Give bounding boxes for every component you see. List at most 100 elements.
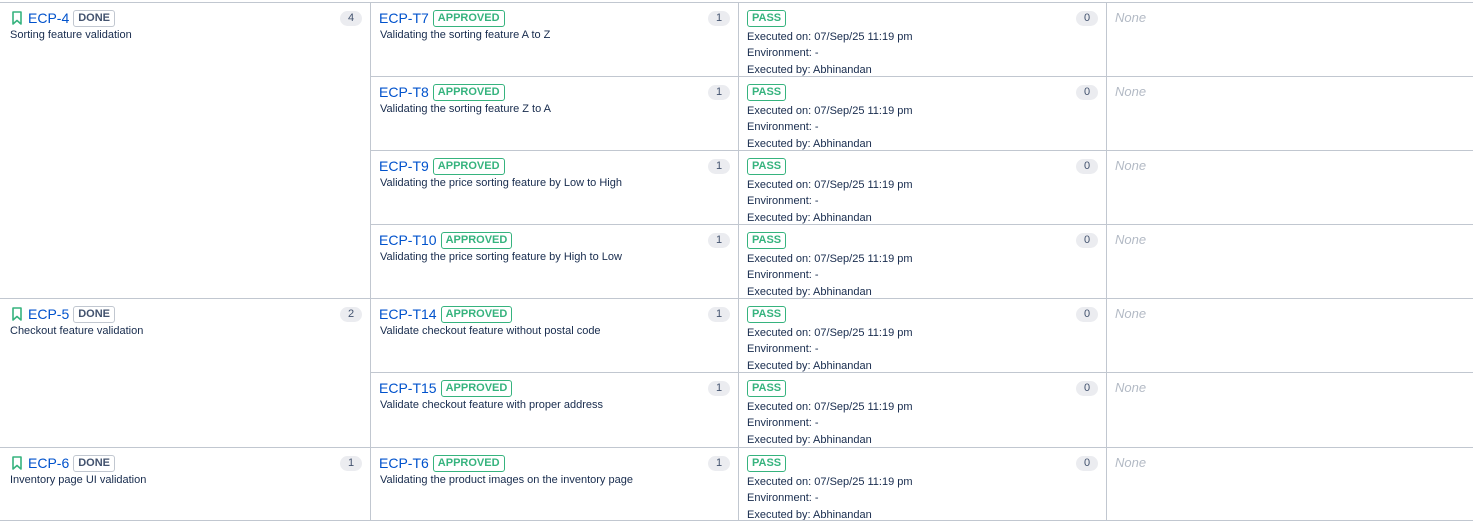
test-case-summary: Validating the sorting feature Z to A bbox=[380, 103, 552, 115]
requirement-cell: ECP-5 DONE Checkout feature validation 2 bbox=[0, 299, 370, 448]
environment-label: Environment: bbox=[747, 492, 812, 505]
executed-by-label: Executed by: bbox=[747, 433, 811, 446]
execution-result-badge[interactable]: PASS bbox=[747, 83, 787, 101]
executed-by-line: Executed by: Abhinandan bbox=[747, 358, 913, 374]
execution-cell: PASS Executed on: 07/Sep/25 11:19 pm Envir… bbox=[739, 151, 1106, 225]
executed-on-line: Executed on: 07/Sep/25 11:19 pm bbox=[747, 474, 913, 490]
test-case-key-link[interactable]: ECP-T10 bbox=[379, 231, 437, 249]
executed-on-value: 07/Sep/25 11:19 pm bbox=[814, 327, 913, 339]
executed-by-label: Executed by: bbox=[747, 285, 811, 298]
executed-on-label: Executed on: bbox=[747, 327, 812, 339]
executed-by-label: Executed by: bbox=[747, 508, 811, 521]
execution-count-badge: 1 bbox=[708, 11, 730, 26]
status-badge: APPROVED bbox=[432, 83, 505, 101]
execution-details: Executed on: 07/Sep/25 11:19 pm Environme… bbox=[747, 177, 913, 226]
environment-label: Environment: bbox=[747, 269, 812, 282]
execution-details: Executed on: 07/Sep/25 11:19 pm Environme… bbox=[747, 103, 913, 152]
execution-details: Executed on: 07/Sep/25 11:19 pm Environme… bbox=[747, 251, 913, 300]
status-badge: APPROVED bbox=[440, 305, 513, 323]
environment-value: - bbox=[814, 195, 819, 208]
execution-cell: PASS Executed on: 07/Sep/25 11:19 pm Envir… bbox=[739, 77, 1106, 151]
no-defects-text: None bbox=[1115, 232, 1147, 247]
bookmark-icon bbox=[12, 456, 22, 470]
executed-on-label: Executed on: bbox=[747, 476, 812, 488]
executed-on-label: Executed on: bbox=[747, 401, 812, 413]
environment-value: - bbox=[814, 121, 819, 134]
defects-cell: None bbox=[1107, 299, 1473, 373]
status-badge: APPROVED bbox=[432, 454, 505, 472]
defects-cell: None bbox=[1107, 3, 1473, 77]
test-case-cell: ECP-T7 APPROVED Validating the sorting fea… bbox=[371, 3, 738, 77]
test-case-summary: Validate checkout feature with proper ad… bbox=[380, 399, 603, 411]
no-defects-text: None bbox=[1115, 380, 1147, 395]
defects-cell: None bbox=[1107, 373, 1473, 448]
requirement-key-link[interactable]: ECP-4 bbox=[28, 9, 69, 27]
requirement-summary: Inventory page UI validation bbox=[10, 474, 147, 486]
executed-by-label: Executed by: bbox=[747, 63, 811, 76]
executed-on-line: Executed on: 07/Sep/25 11:19 pm bbox=[747, 177, 913, 193]
test-case-key-link[interactable]: ECP-T7 bbox=[379, 9, 429, 27]
executed-on-value: 07/Sep/25 11:19 pm bbox=[814, 31, 913, 43]
column-divider bbox=[1106, 2, 1107, 520]
test-case-count-badge: 1 bbox=[340, 456, 362, 471]
test-case-count-badge: 4 bbox=[340, 11, 362, 26]
test-case-cell: ECP-T14 APPROVED Validate checkout feature… bbox=[371, 299, 738, 373]
table-bottom-border bbox=[0, 520, 1473, 521]
requirement-cell: ECP-4 DONE Sorting feature validation 4 bbox=[0, 3, 370, 299]
defect-count-badge: 0 bbox=[1076, 85, 1098, 100]
execution-count-badge: 1 bbox=[708, 233, 730, 248]
defects-cell: None bbox=[1107, 448, 1473, 520]
execution-details: Executed on: 07/Sep/25 11:19 pm Environme… bbox=[747, 474, 913, 523]
environment-value: - bbox=[814, 492, 819, 505]
test-case-key-link[interactable]: ECP-T15 bbox=[379, 379, 437, 397]
requirement-key-link[interactable]: ECP-6 bbox=[28, 454, 69, 472]
environment-value: - bbox=[814, 269, 819, 282]
executed-on-value: 07/Sep/25 11:19 pm bbox=[814, 253, 913, 265]
requirement-key-link[interactable]: ECP-5 bbox=[28, 305, 69, 323]
executed-on-line: Executed on: 07/Sep/25 11:19 pm bbox=[747, 103, 913, 119]
status-badge: APPROVED bbox=[432, 9, 505, 27]
requirement-summary: Checkout feature validation bbox=[10, 325, 144, 337]
executed-by-line: Executed by: Abhinandan bbox=[747, 62, 913, 78]
test-case-key-link[interactable]: ECP-T6 bbox=[379, 454, 429, 472]
execution-result-badge[interactable]: PASS bbox=[747, 305, 787, 323]
no-defects-text: None bbox=[1115, 455, 1147, 470]
environment-line: Environment: - bbox=[747, 45, 913, 61]
execution-result-badge[interactable]: PASS bbox=[747, 231, 787, 249]
column-divider bbox=[370, 2, 371, 520]
executed-by-value: Abhinandan bbox=[813, 137, 872, 150]
defect-count-badge: 0 bbox=[1076, 233, 1098, 248]
bookmark-icon bbox=[12, 307, 22, 321]
test-case-count-badge: 2 bbox=[340, 307, 362, 322]
test-case-cell: ECP-T10 APPROVED Validating the price sort… bbox=[371, 225, 738, 299]
execution-result-badge[interactable]: PASS bbox=[747, 9, 787, 27]
environment-label: Environment: bbox=[747, 417, 812, 430]
executed-by-line: Executed by: Abhinandan bbox=[747, 210, 913, 226]
executed-on-line: Executed on: 07/Sep/25 11:19 pm bbox=[747, 325, 913, 341]
execution-result-badge[interactable]: PASS bbox=[747, 379, 787, 397]
test-case-summary: Validating the sorting feature A to Z bbox=[380, 29, 551, 41]
executed-on-label: Executed on: bbox=[747, 105, 812, 117]
environment-line: Environment: - bbox=[747, 119, 913, 135]
traceability-table: ECP-4 DONE Sorting feature validation 4 … bbox=[0, 0, 1473, 524]
environment-label: Environment: bbox=[747, 195, 812, 208]
executed-on-label: Executed on: bbox=[747, 179, 812, 191]
test-case-cell: ECP-T6 APPROVED Validating the product ima… bbox=[371, 448, 738, 520]
execution-result-badge[interactable]: PASS bbox=[747, 157, 787, 175]
executed-by-value: Abhinandan bbox=[813, 359, 872, 372]
environment-label: Environment: bbox=[747, 47, 812, 60]
test-case-key-link[interactable]: ECP-T14 bbox=[379, 305, 437, 323]
status-badge: DONE bbox=[73, 305, 116, 323]
execution-result-badge[interactable]: PASS bbox=[747, 454, 787, 472]
test-case-summary: Validating the product images on the inv… bbox=[380, 474, 633, 486]
executed-on-line: Executed on: 07/Sep/25 11:19 pm bbox=[747, 399, 913, 415]
defect-count-badge: 0 bbox=[1076, 307, 1098, 322]
test-case-key-link[interactable]: ECP-T9 bbox=[379, 157, 429, 175]
defect-count-badge: 0 bbox=[1076, 159, 1098, 174]
executed-on-line: Executed on: 07/Sep/25 11:19 pm bbox=[747, 29, 913, 45]
executed-on-label: Executed on: bbox=[747, 31, 812, 43]
test-case-summary: Validating the price sorting feature by … bbox=[380, 251, 622, 263]
environment-line: Environment: - bbox=[747, 490, 913, 506]
environment-line: Environment: - bbox=[747, 267, 913, 283]
test-case-key-link[interactable]: ECP-T8 bbox=[379, 83, 429, 101]
